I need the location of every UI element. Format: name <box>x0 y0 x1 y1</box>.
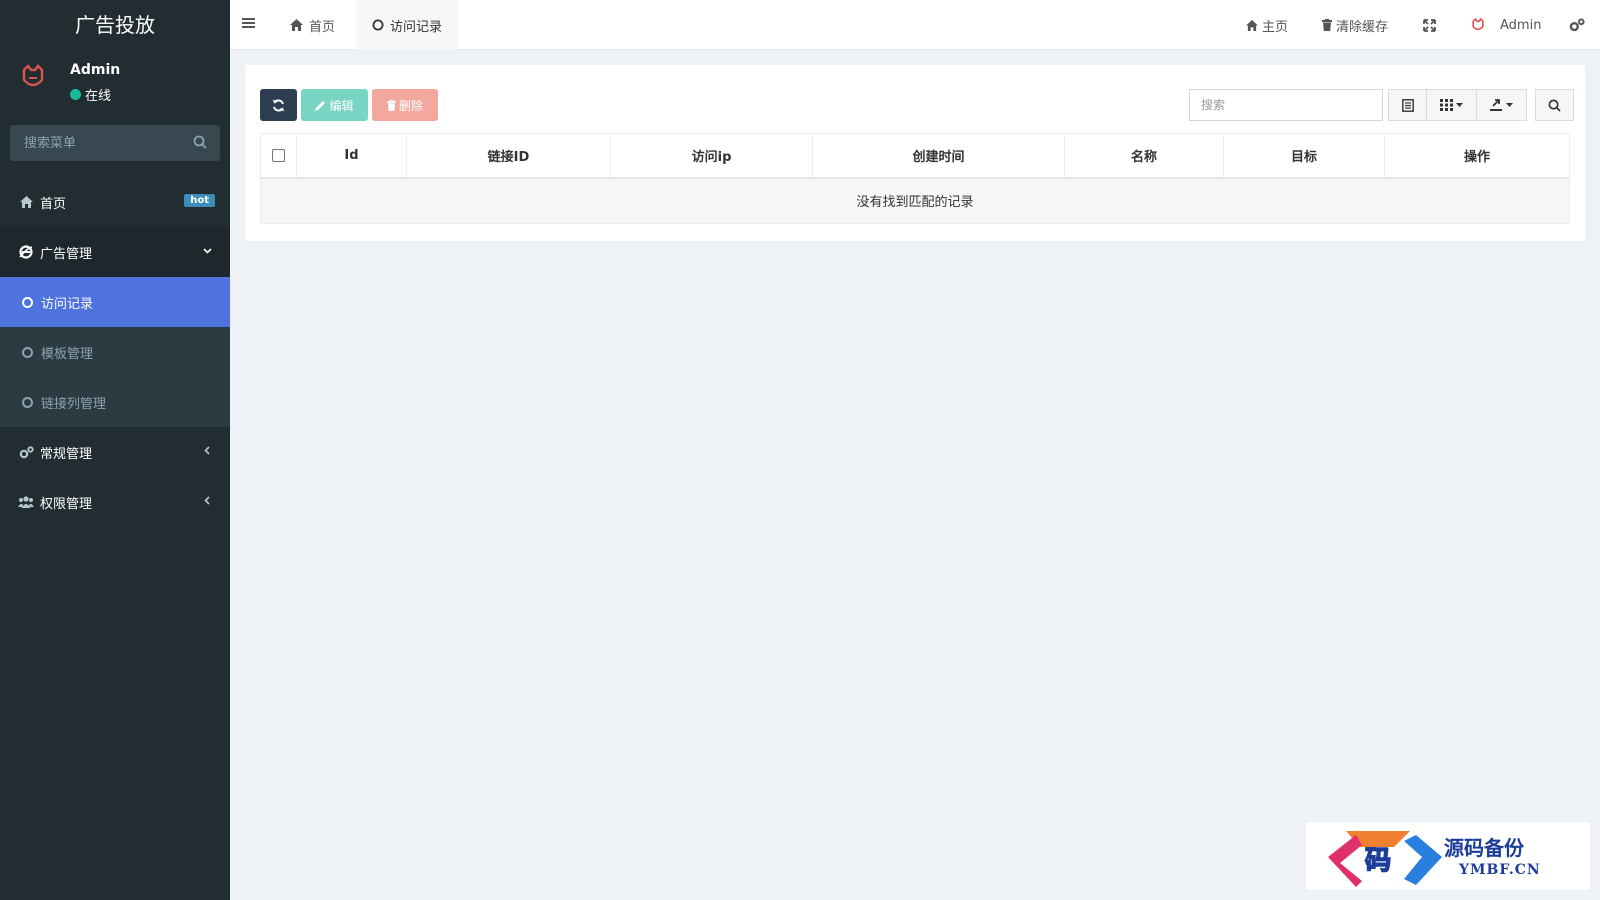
hot-badge: hot <box>184 194 215 207</box>
watermark-domain: YMBF.CN <box>1459 862 1541 878</box>
home-icon <box>18 196 34 208</box>
fullscreen-icon <box>1423 18 1436 32</box>
table-header-row: Id 链接ID 访问ip 创建时间 名称 目标 操作 <box>260 133 1570 179</box>
trash-icon <box>386 99 396 111</box>
toggle-view-button[interactable] <box>1388 89 1427 121</box>
delete-button-label: 删除 <box>398 98 423 113</box>
column-header-name[interactable]: 名称 <box>1064 133 1224 179</box>
cogs-icon <box>1569 18 1585 32</box>
circle-icon <box>22 346 33 358</box>
sidebar-item-ad-management[interactable]: 广告管理 <box>0 227 230 277</box>
watermark-text: 源码备份 <box>1444 836 1524 860</box>
sidebar-item-template-management[interactable]: 模板管理 <box>0 327 230 377</box>
avatar <box>1472 17 1484 31</box>
export-dropdown-button[interactable] <box>1476 89 1527 121</box>
edit-button[interactable]: 编辑 <box>301 89 368 121</box>
column-header-id[interactable]: Id <box>296 133 407 179</box>
watermark-mark: 码 <box>1328 831 1442 887</box>
sidebar-search <box>10 125 220 161</box>
select-all-checkbox[interactable] <box>272 148 285 162</box>
menu-toggle-icon[interactable] <box>242 16 256 30</box>
clear-cache-label: 清除缓存 <box>1336 19 1389 35</box>
column-header-visit-ip[interactable]: 访问ip <box>610 133 813 179</box>
sidebar-item-label: 模板管理 <box>41 346 94 362</box>
export-icon <box>1490 99 1502 111</box>
empty-message: 没有找到匹配的记录 <box>260 177 1570 224</box>
grid-icon <box>1440 99 1453 111</box>
select-all-cell <box>260 133 297 179</box>
sidebar-item-label: 常规管理 <box>40 446 93 462</box>
user-menu-label: Admin <box>1500 17 1542 33</box>
sidebar-item-label: 首页 <box>40 196 67 212</box>
tab-label: 访问记录 <box>390 19 443 35</box>
fullscreen-button[interactable] <box>1423 0 1436 50</box>
sidebar-item-label: 访问记录 <box>41 296 94 312</box>
column-header-link-id[interactable]: 链接ID <box>406 133 611 179</box>
content-panel: 编辑 删除 Id 链接ID 访问ip 创建时间 名 <box>245 65 1585 241</box>
tab-home[interactable]: 首页 <box>274 0 351 50</box>
edit-button-label: 编辑 <box>329 98 354 113</box>
list-icon <box>1401 98 1414 112</box>
caret-down-icon <box>1506 103 1513 107</box>
top-navbar: 首页 访问记录 主页 清除缓存 Admin <box>230 0 1600 50</box>
sidebar-item-label: 链接列管理 <box>41 396 107 412</box>
records-table: Id 链接ID 访问ip 创建时间 名称 目标 操作 没有找到匹配的记录 <box>260 133 1570 224</box>
sidebar-item-label: 广告管理 <box>40 246 93 262</box>
ie-icon <box>18 245 34 259</box>
pencil-icon <box>315 100 326 111</box>
trash-icon <box>1322 19 1332 31</box>
home-link[interactable]: 主页 <box>1246 0 1288 50</box>
sidebar-item-permission-management[interactable]: 权限管理 <box>0 477 230 527</box>
sidebar-search-input[interactable] <box>10 125 220 161</box>
chevron-left-icon <box>204 446 210 455</box>
home-icon <box>290 19 303 31</box>
delete-button[interactable]: 删除 <box>372 89 438 121</box>
watermark-logo: 码 源码备份 YMBF.CN <box>1306 822 1590 890</box>
cogs-icon <box>18 445 34 459</box>
column-header-actions: 操作 <box>1384 133 1570 179</box>
home-link-label: 主页 <box>1262 19 1289 35</box>
column-header-target[interactable]: 目标 <box>1223 133 1385 179</box>
ad-management-submenu: 访问记录 模板管理 链接列管理 <box>0 277 230 427</box>
search-icon <box>1548 99 1561 112</box>
app-logo[interactable]: 广告投放 <box>0 0 230 50</box>
settings-button[interactable] <box>1569 0 1585 50</box>
user-name: Admin <box>70 62 121 78</box>
user-menu[interactable]: Admin <box>1470 0 1541 50</box>
advanced-search-button[interactable] <box>1535 89 1574 121</box>
home-icon <box>1246 19 1258 31</box>
user-status: 在线 <box>70 85 111 104</box>
sidebar: 广告投放 Admin 在线 首页 hot 广告管理 <box>0 0 230 900</box>
clear-cache-button[interactable]: 清除缓存 <box>1322 0 1388 50</box>
circle-icon <box>372 19 384 31</box>
chevron-down-icon <box>203 248 212 254</box>
column-header-created-time[interactable]: 创建时间 <box>812 133 1065 179</box>
avatar <box>22 64 44 87</box>
tab-label: 首页 <box>309 19 336 35</box>
online-dot-icon <box>70 89 81 100</box>
circle-icon <box>22 296 33 308</box>
sidebar-item-home[interactable]: 首页 hot <box>0 177 230 227</box>
watermark-glyph: 码 <box>1365 846 1391 876</box>
sidebar-item-general-management[interactable]: 常规管理 <box>0 427 230 477</box>
user-status-label: 在线 <box>85 89 112 104</box>
table-row: 没有找到匹配的记录 <box>260 177 1570 224</box>
sidebar-item-visit-records[interactable]: 访问记录 <box>0 277 230 327</box>
columns-dropdown-button[interactable] <box>1426 89 1477 121</box>
refresh-icon <box>273 99 284 111</box>
chevron-left-icon <box>204 496 210 505</box>
table-search-input[interactable] <box>1190 90 1382 120</box>
caret-down-icon <box>1456 103 1463 107</box>
sidebar-item-link-column-management[interactable]: 链接列管理 <box>0 377 230 427</box>
sidebar-item-label: 权限管理 <box>40 496 93 512</box>
user-panel: Admin 在线 <box>0 50 230 114</box>
circle-icon <box>22 396 33 408</box>
search-icon[interactable] <box>193 135 207 149</box>
table-search <box>1189 89 1383 121</box>
users-icon <box>18 496 34 508</box>
tab-visit-records[interactable]: 访问记录 <box>356 0 459 50</box>
refresh-button[interactable] <box>260 89 297 121</box>
